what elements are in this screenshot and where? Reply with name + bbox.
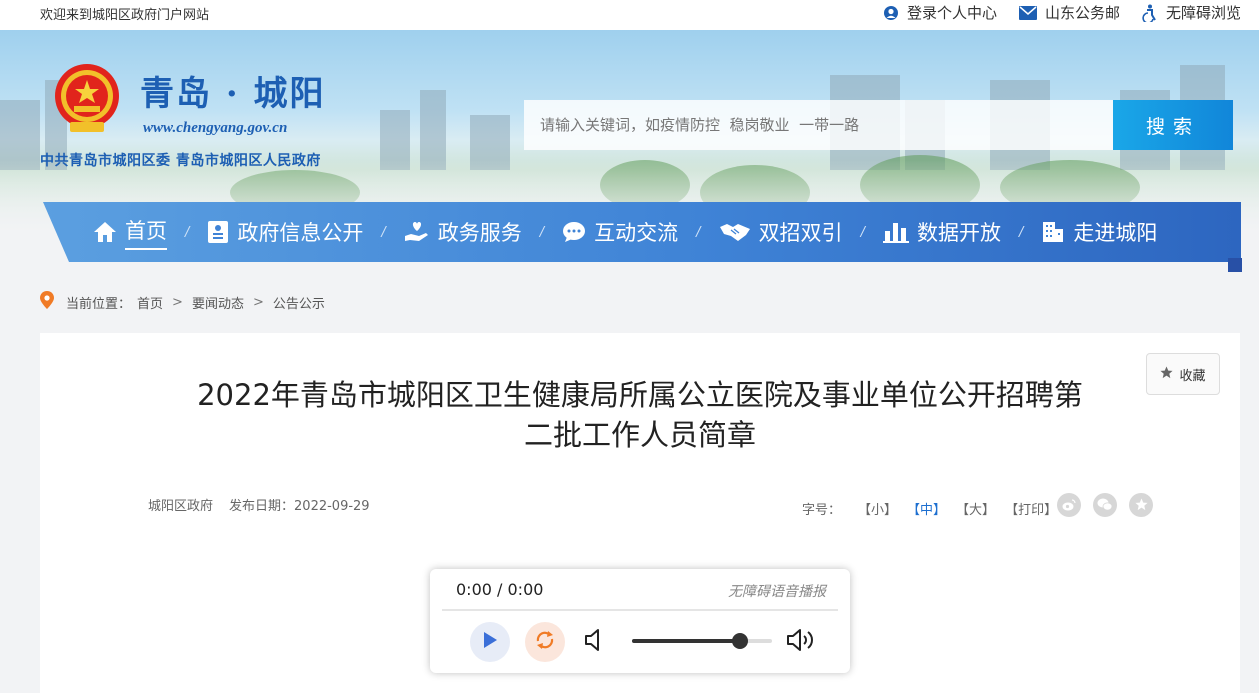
nav-label: 数据开放 <box>916 221 1001 245</box>
nav-label: 互动交流 <box>594 221 679 245</box>
font-size-medium[interactable]: 【中】 <box>904 499 949 518</box>
mail-icon <box>1018 5 1037 20</box>
breadcrumb-news[interactable]: 要闻动态 <box>192 293 244 312</box>
weibo-icon <box>1062 496 1076 515</box>
nav-item-open-data[interactable]: 数据开放 <box>882 217 1001 247</box>
search-bar: 搜索 <box>524 100 1233 150</box>
login-label: 登录个人中心 <box>906 4 997 22</box>
breadcrumb-home[interactable]: 首页 <box>137 293 163 312</box>
site-name: 青岛 · 城阳 <box>140 74 326 114</box>
nav-item-interaction[interactable]: 互动交流 <box>562 217 678 247</box>
print-button[interactable]: 【打印】 <box>1002 499 1060 518</box>
bar-chart-icon <box>882 221 909 243</box>
location-pin-icon <box>40 291 54 313</box>
nav-separator: / <box>185 224 190 240</box>
nav-separator: / <box>381 224 386 240</box>
article-source: 城阳区政府 <box>148 499 214 514</box>
volume-slider[interactable] <box>632 633 772 649</box>
article-date-label: 发布日期： <box>229 499 295 514</box>
nav-item-about[interactable]: 走进城阳 <box>1041 217 1157 247</box>
weibo-share-button[interactable] <box>1057 493 1081 517</box>
volume-button[interactable] <box>786 627 818 657</box>
nav-separator: / <box>539 224 545 240</box>
nav-label: 双招双引 <box>758 221 843 245</box>
nav-label: 首页 <box>125 215 167 250</box>
search-button[interactable]: 搜索 <box>1113 100 1233 150</box>
nav-item-gov-info[interactable]: 政府信息公开 <box>207 217 363 247</box>
hand-heart-icon <box>404 220 430 244</box>
accessibility-label: 无障碍浏览 <box>1165 4 1241 22</box>
nav-separator: / <box>1018 224 1024 240</box>
nav-edge-decoration <box>1228 258 1242 272</box>
mute-button[interactable] <box>584 627 606 657</box>
play-icon <box>482 631 498 653</box>
wechat-share-button[interactable] <box>1093 493 1117 517</box>
breadcrumb-separator: > <box>252 294 264 310</box>
collect-share-button[interactable] <box>1129 493 1153 517</box>
loop-button[interactable] <box>525 622 565 662</box>
breadcrumb-separator: > <box>172 294 183 310</box>
breadcrumb: 当前位置： 首页 > 要闻动态 > 公告公示 <box>40 291 325 313</box>
search-input[interactable] <box>524 100 1113 150</box>
loop-icon <box>533 628 557 656</box>
speaker-muted-icon <box>584 629 606 657</box>
nav-item-home[interactable]: 首页 <box>93 215 167 250</box>
article-date: 2022-09-29 <box>294 499 370 514</box>
volume-slider-fill <box>632 639 740 643</box>
top-utility-bar: 欢迎来到城阳区政府门户网站 登录个人中心 山东公务邮 无障碍浏览 <box>0 0 1259 30</box>
article-title: 2022年青岛市城阳区卫生健康局所属公立医院及事业单位公开招聘第 二批工作人员简… <box>40 375 1240 455</box>
building-icon <box>1041 220 1065 244</box>
nav-item-services[interactable]: 政务服务 <box>404 217 522 247</box>
welcome-text: 欢迎来到城阳区政府门户网站 <box>40 8 210 23</box>
breadcrumb-notices[interactable]: 公告公示 <box>273 293 325 312</box>
national-emblem-icon <box>52 62 122 136</box>
accessibility-link[interactable]: 无障碍浏览 <box>1142 2 1241 23</box>
accessibility-icon <box>1142 4 1158 22</box>
play-button[interactable] <box>470 622 510 662</box>
top-links: 登录个人中心 山东公务邮 无障碍浏览 <box>883 2 1241 23</box>
font-size-small[interactable]: 【小】 <box>855 499 900 518</box>
user-icon <box>883 5 899 21</box>
home-icon <box>93 221 117 243</box>
share-buttons <box>1057 493 1153 517</box>
player-time: 0:00 / 0:00 <box>456 580 544 599</box>
star-icon <box>1134 496 1148 515</box>
article-title-line1: 2022年青岛市城阳区卫生健康局所属公立医院及事业单位公开招聘第 <box>197 378 1083 412</box>
nav-label: 走进城阳 <box>1073 221 1158 245</box>
handshake-icon <box>719 221 751 243</box>
login-link[interactable]: 登录个人中心 <box>883 2 997 23</box>
site-subtitle: 中共青岛市城阳区委 青岛市城阳区人民政府 <box>40 153 321 169</box>
site-url: www.chengyang.gov.cn <box>143 120 288 136</box>
mail-label: 山东公务邮 <box>1044 4 1120 22</box>
font-size-label: 字号： <box>802 503 842 518</box>
mail-link[interactable]: 山东公务邮 <box>1018 2 1120 23</box>
player-divider <box>442 609 838 611</box>
article-title-line2: 二批工作人员简章 <box>523 418 756 452</box>
speaker-volume-icon <box>786 629 818 657</box>
font-size-large[interactable]: 【大】 <box>953 499 998 518</box>
article-date-wrap: 发布日期：2022-09-29 <box>229 495 370 514</box>
nav-label: 政务服务 <box>437 221 522 245</box>
nav-separator: / <box>860 224 865 240</box>
wechat-icon <box>1097 496 1113 515</box>
breadcrumb-prefix: 当前位置： <box>66 296 132 312</box>
audio-player: 0:00 / 0:00 无障碍语音播报 <box>430 569 850 673</box>
nav-separator: / <box>696 224 701 240</box>
nav-item-investment[interactable]: 双招双引 <box>719 217 843 247</box>
player-accessibility-label: 无障碍语音播报 <box>728 584 826 600</box>
id-card-icon <box>207 220 229 244</box>
font-size-controls: 字号： 【小】 【中】 【大】 【打印】 <box>802 499 1060 518</box>
main-nav: 首页 / 政府信息公开 / 政务服务 / 互动交流 / 双招双引 / 数据开放 … <box>43 202 1241 262</box>
chat-icon <box>562 221 586 243</box>
article-meta: 城阳区政府 发布日期：2022-09-29 <box>148 495 370 514</box>
volume-slider-handle[interactable] <box>731 633 748 649</box>
nav-label: 政府信息公开 <box>237 221 364 245</box>
